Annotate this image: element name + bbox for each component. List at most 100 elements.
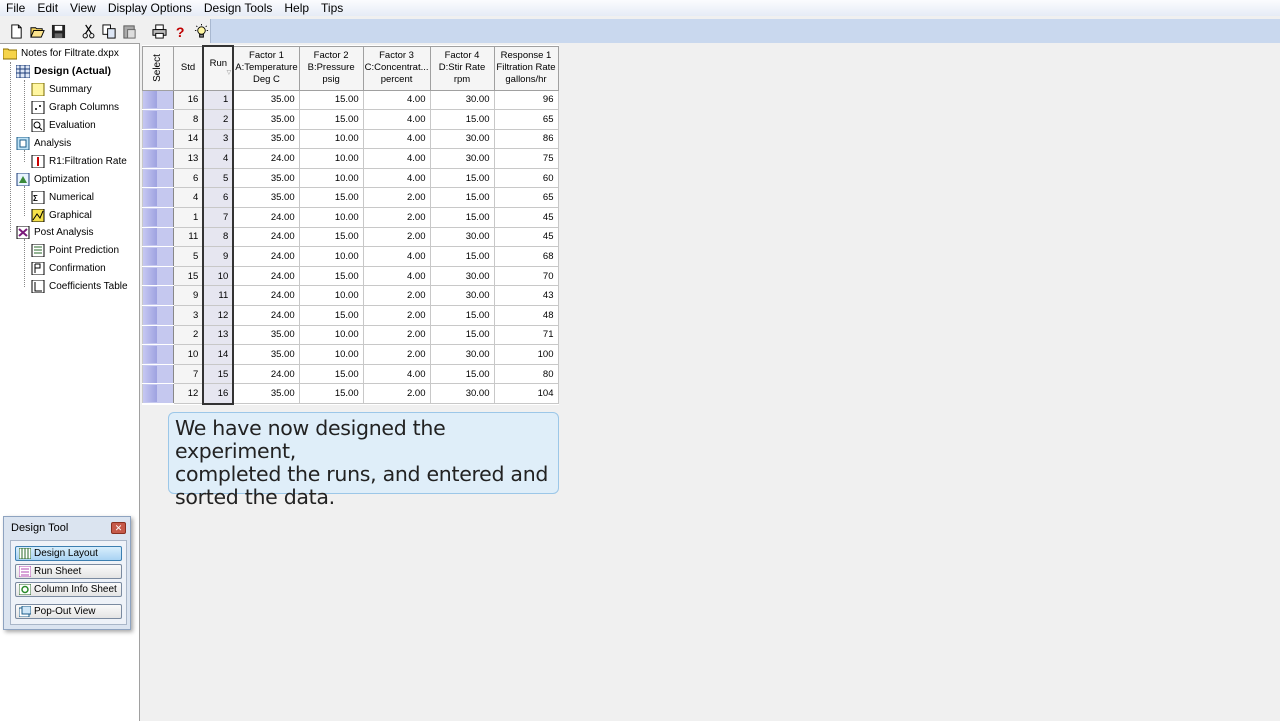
std-cell[interactable]: 9 (172, 285, 204, 307)
menu-view[interactable]: View (64, 1, 102, 15)
pressure-cell[interactable]: 10.00 (298, 128, 364, 150)
pressure-cell[interactable]: 15.00 (298, 265, 364, 287)
stir-rate-cell[interactable]: 30.00 (429, 383, 495, 404)
header-factor-2[interactable]: Factor 2 B:Pressure psig (298, 45, 364, 91)
std-cell[interactable]: 8 (172, 109, 204, 130)
pressure-cell[interactable]: 15.00 (298, 109, 364, 130)
pressure-cell[interactable]: 15.00 (298, 305, 364, 326)
row-select-cell[interactable] (142, 305, 174, 326)
concentration-cell[interactable]: 4.00 (362, 363, 431, 385)
tree-graph-columns[interactable]: Graph Columns (31, 99, 119, 115)
filtration-rate-cell[interactable]: 45 (493, 207, 559, 228)
concentration-cell[interactable]: 4.00 (362, 89, 431, 111)
run-cell[interactable]: 11 (202, 285, 235, 307)
filtration-rate-cell[interactable]: 45 (493, 226, 559, 248)
row-select-cell[interactable] (142, 167, 174, 189)
concentration-cell[interactable]: 2.00 (362, 187, 431, 209)
menu-help[interactable]: Help (278, 1, 315, 15)
std-cell[interactable]: 13 (172, 148, 204, 169)
concentration-cell[interactable]: 2.00 (362, 383, 431, 404)
tip-lightbulb-icon[interactable] (192, 22, 210, 41)
std-cell[interactable]: 15 (172, 265, 204, 287)
concentration-cell[interactable]: 4.00 (362, 128, 431, 150)
tree-design-actual[interactable]: Design (Actual) (16, 63, 111, 79)
std-cell[interactable]: 2 (172, 324, 204, 346)
table-row[interactable]: 9 11 24.00 10.00 2.00 30.00 43 (142, 285, 559, 307)
std-cell[interactable]: 14 (172, 128, 204, 150)
pressure-cell[interactable]: 10.00 (298, 207, 364, 228)
table-row[interactable]: 14 3 35.00 10.00 4.00 30.00 86 (142, 128, 559, 150)
copy-icon[interactable] (100, 22, 118, 41)
concentration-cell[interactable]: 2.00 (362, 305, 431, 326)
filtration-rate-cell[interactable]: 100 (493, 344, 559, 365)
std-cell[interactable]: 10 (172, 344, 204, 365)
pressure-cell[interactable]: 10.00 (298, 148, 364, 169)
table-row[interactable]: 6 5 35.00 10.00 4.00 15.00 60 (142, 167, 559, 189)
filtration-rate-cell[interactable]: 71 (493, 324, 559, 346)
design-layout-button[interactable]: Design Layout (15, 546, 122, 561)
tree-numerical[interactable]: Σ Numerical (31, 189, 94, 205)
menu-edit[interactable]: Edit (31, 1, 64, 15)
stir-rate-cell[interactable]: 15.00 (429, 167, 495, 189)
run-cell[interactable]: 13 (202, 324, 235, 346)
temperature-cell[interactable]: 24.00 (232, 363, 300, 385)
filtration-rate-cell[interactable]: 104 (493, 383, 559, 404)
run-cell[interactable]: 15 (202, 363, 235, 385)
std-cell[interactable]: 1 (172, 207, 204, 228)
row-select-cell[interactable] (142, 265, 174, 287)
row-select-cell[interactable] (142, 383, 174, 404)
temperature-cell[interactable]: 24.00 (232, 246, 300, 267)
pressure-cell[interactable]: 10.00 (298, 285, 364, 307)
temperature-cell[interactable]: 24.00 (232, 207, 300, 228)
row-select-cell[interactable] (142, 109, 174, 130)
std-cell[interactable]: 11 (172, 226, 204, 248)
filtration-rate-cell[interactable]: 43 (493, 285, 559, 307)
menu-file[interactable]: File (0, 1, 31, 15)
stir-rate-cell[interactable]: 30.00 (429, 148, 495, 169)
std-cell[interactable]: 7 (172, 363, 204, 385)
open-folder-icon[interactable] (29, 22, 47, 41)
row-select-cell[interactable] (142, 187, 174, 209)
table-row[interactable]: 16 1 35.00 15.00 4.00 30.00 96 (142, 89, 559, 111)
menu-tips[interactable]: Tips (315, 1, 349, 15)
table-row[interactable]: 4 6 35.00 15.00 2.00 15.00 65 (142, 187, 559, 209)
row-select-cell[interactable] (142, 89, 174, 111)
temperature-cell[interactable]: 35.00 (232, 89, 300, 111)
run-cell[interactable]: 8 (202, 226, 235, 248)
temperature-cell[interactable]: 24.00 (232, 148, 300, 169)
run-cell[interactable]: 1 (202, 89, 235, 111)
tree-coefficients-table[interactable]: Coefficients Table (31, 278, 128, 294)
tree-analysis[interactable]: Analysis (16, 135, 71, 151)
std-cell[interactable]: 5 (172, 246, 204, 267)
tree-point-prediction[interactable]: Point Prediction (31, 242, 119, 258)
temperature-cell[interactable]: 24.00 (232, 285, 300, 307)
filtration-rate-cell[interactable]: 70 (493, 265, 559, 287)
tree-evaluation[interactable]: Evaluation (31, 117, 96, 133)
filtration-rate-cell[interactable]: 48 (493, 305, 559, 326)
filtration-rate-cell[interactable]: 75 (493, 148, 559, 169)
table-row[interactable]: 3 12 24.00 15.00 2.00 15.00 48 (142, 305, 559, 326)
filtration-rate-cell[interactable]: 60 (493, 167, 559, 189)
tree-r1-filtration-rate[interactable]: R1:Filtration Rate (31, 153, 127, 169)
table-row[interactable]: 10 14 35.00 10.00 2.00 30.00 100 (142, 344, 559, 365)
table-row[interactable]: 12 16 35.00 15.00 2.00 30.00 104 (142, 383, 559, 405)
header-factor-3[interactable]: Factor 3 C:Concentrat... percent (362, 45, 431, 91)
row-select-cell[interactable] (142, 148, 174, 169)
table-row[interactable]: 5 9 24.00 10.00 4.00 15.00 68 (142, 246, 559, 267)
tree-confirmation[interactable]: Confirmation (31, 260, 106, 276)
concentration-cell[interactable]: 4.00 (362, 148, 431, 169)
filtration-rate-cell[interactable]: 68 (493, 246, 559, 267)
temperature-cell[interactable]: 35.00 (232, 167, 300, 189)
temperature-cell[interactable]: 24.00 (232, 305, 300, 326)
run-cell[interactable]: 5 (202, 167, 235, 189)
temperature-cell[interactable]: 35.00 (232, 324, 300, 346)
std-cell[interactable]: 3 (172, 305, 204, 326)
pop-out-view-button[interactable]: Pop-Out View (15, 604, 122, 619)
filtration-rate-cell[interactable]: 80 (493, 363, 559, 385)
stir-rate-cell[interactable]: 30.00 (429, 89, 495, 111)
table-row[interactable]: 8 2 35.00 15.00 4.00 15.00 65 (142, 109, 559, 130)
stir-rate-cell[interactable]: 30.00 (429, 226, 495, 248)
table-row[interactable]: 2 13 35.00 10.00 2.00 15.00 71 (142, 324, 559, 346)
tree-post-analysis[interactable]: Post Analysis (16, 224, 93, 240)
table-row[interactable]: 15 10 24.00 15.00 4.00 30.00 70 (142, 265, 559, 287)
